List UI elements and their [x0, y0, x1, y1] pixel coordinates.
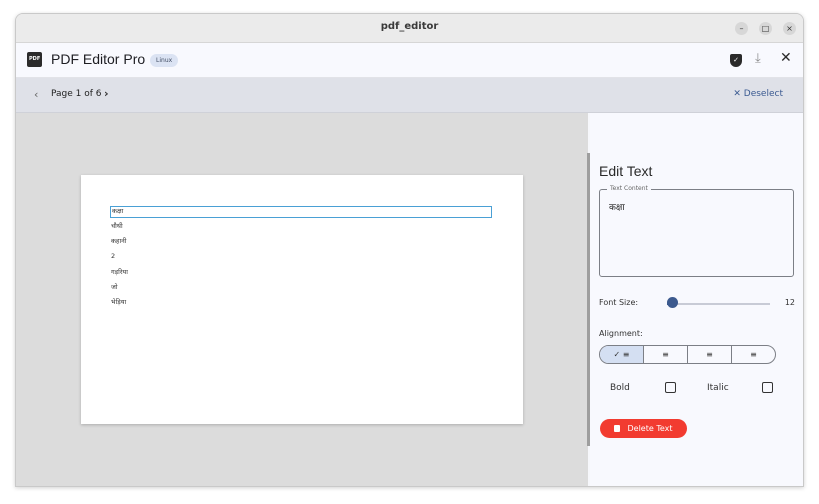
- align-right-button[interactable]: ≡: [688, 346, 732, 363]
- app-window: pdf_editor – □ × PDF Editor Pro Linux ✓ …: [15, 13, 804, 487]
- platform-badge: Linux: [150, 54, 179, 67]
- font-size-slider-thumb[interactable]: [666, 297, 678, 308]
- alignment-label: Alignment:: [599, 329, 643, 338]
- shield-icon[interactable]: ✓: [730, 54, 742, 67]
- maximize-button[interactable]: □: [759, 22, 772, 35]
- trash-icon: [614, 425, 621, 432]
- bold-label: Bold: [610, 383, 630, 393]
- text-block[interactable]: गड़रिया: [111, 267, 128, 276]
- pdf-canvas-area: कक्षा चौथी कहानी 2 गड़रिया जो भेड़िया: [16, 113, 588, 486]
- app-bar: PDF Editor Pro Linux ✓ ⤓ ✕: [16, 43, 803, 78]
- font-size-slider-track[interactable]: [667, 303, 770, 305]
- italic-checkbox[interactable]: [762, 382, 773, 393]
- text-content-label: Text Content: [607, 185, 651, 192]
- pdf-page[interactable]: कक्षा चौथी कहानी 2 गड़रिया जो भेड़िया: [81, 175, 523, 424]
- download-icon[interactable]: ⤓: [755, 51, 761, 66]
- text-block[interactable]: कहानी: [111, 236, 126, 245]
- italic-label: Italic: [707, 383, 729, 393]
- text-content-field[interactable]: Text Content कक्षा: [599, 185, 794, 277]
- align-left-button[interactable]: ✓ ≡: [600, 346, 644, 363]
- close-window-button[interactable]: ×: [783, 22, 796, 35]
- next-page-button[interactable]: ›: [104, 87, 109, 100]
- font-size-value: 12: [784, 298, 795, 307]
- delete-text-label: Delete Text: [627, 424, 673, 433]
- text-block[interactable]: चौथी: [111, 221, 123, 230]
- text-block[interactable]: भेड़िया: [111, 297, 126, 306]
- font-size-label: Font Size:: [599, 298, 639, 307]
- bold-checkbox[interactable]: [665, 382, 676, 393]
- text-content-value[interactable]: कक्षा: [609, 200, 625, 213]
- minimize-button[interactable]: –: [735, 22, 748, 35]
- text-block[interactable]: जो: [111, 282, 118, 291]
- page-indicator: Page 1 of 6: [51, 89, 102, 99]
- alignment-selector: ✓ ≡ ≡ ≡ ≡: [599, 345, 776, 364]
- deselect-button[interactable]: ✕ Deselect: [733, 89, 783, 99]
- app-title: PDF Editor Pro: [51, 51, 146, 67]
- text-block[interactable]: 2: [111, 252, 115, 260]
- title-bar: pdf_editor – □ ×: [16, 14, 803, 43]
- delete-text-button[interactable]: Delete Text: [600, 419, 687, 438]
- edit-text-panel: Edit Text Text Content कक्षा Font Size: …: [590, 113, 803, 486]
- align-justify-button[interactable]: ≡: [732, 346, 775, 363]
- align-center-button[interactable]: ≡: [644, 346, 688, 363]
- text-block-selected[interactable]: कक्षा: [110, 206, 492, 218]
- pdf-logo-icon: [27, 52, 42, 67]
- panel-title: Edit Text: [599, 163, 653, 179]
- close-icon[interactable]: ✕: [780, 50, 792, 66]
- page-navigation-bar: ‹ Page 1 of 6 › ✕ Deselect: [16, 78, 803, 113]
- prev-page-button[interactable]: ‹: [34, 88, 38, 101]
- window-title: pdf_editor: [380, 21, 439, 32]
